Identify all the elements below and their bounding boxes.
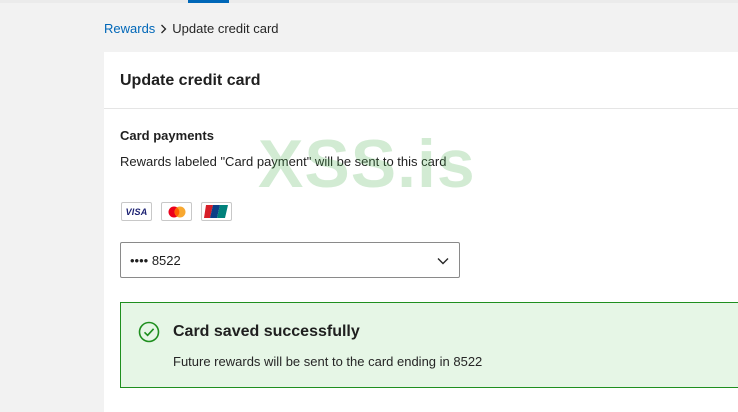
active-tab-indicator xyxy=(188,0,229,3)
card-select-value: •••• 8522 xyxy=(130,252,181,268)
success-message: Future rewards will be sent to the card … xyxy=(173,354,483,369)
breadcrumb-rewards-link[interactable]: Rewards xyxy=(104,21,155,36)
mastercard-icon xyxy=(161,202,192,221)
breadcrumb-current: Update credit card xyxy=(172,21,279,36)
success-title: Card saved successfully xyxy=(173,323,360,340)
visa-icon: VISA xyxy=(121,202,152,221)
section-title: Card payments xyxy=(120,128,214,143)
update-card-panel: Update credit card Card payments Rewards… xyxy=(104,52,738,412)
accepted-cards: VISA xyxy=(121,202,232,221)
chevron-down-icon xyxy=(437,253,449,268)
unionpay-icon xyxy=(201,202,232,221)
check-circle-icon xyxy=(138,321,160,348)
success-alert: Card saved successfully Future rewards w… xyxy=(120,302,738,388)
page-title: Update credit card xyxy=(104,52,738,109)
chevron-right-icon xyxy=(160,24,167,34)
card-select[interactable]: •••• 8522 xyxy=(120,242,460,278)
top-bar xyxy=(0,0,738,3)
section-description: Rewards labeled "Card payment" will be s… xyxy=(120,154,447,169)
breadcrumb: Rewards Update credit card xyxy=(104,21,279,36)
